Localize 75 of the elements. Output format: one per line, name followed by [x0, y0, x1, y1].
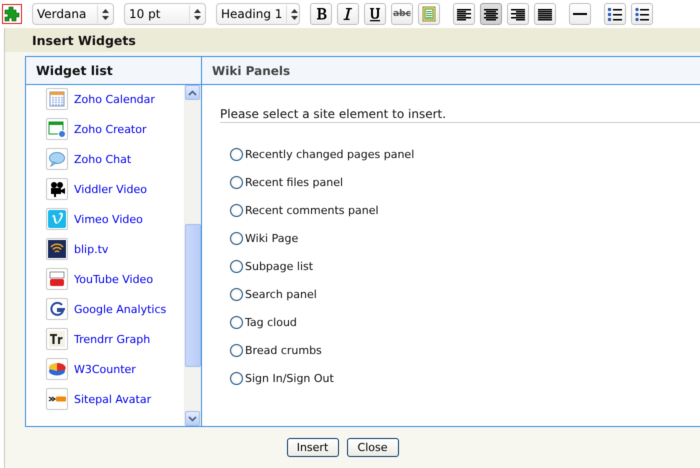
v-logo-icon	[47, 209, 67, 229]
tr-logo-icon	[47, 329, 67, 349]
justify-icon	[537, 6, 553, 22]
scroll-thumb[interactable]	[185, 224, 201, 367]
close-button[interactable]: Close	[346, 438, 398, 457]
signal-waves-icon	[47, 239, 67, 259]
calendar-icon	[47, 89, 67, 109]
heading-select[interactable]: Heading 1	[216, 3, 300, 25]
align-left-button[interactable]	[453, 3, 475, 25]
option-label[interactable]: Bread crumbs	[245, 344, 322, 356]
widget-list-item[interactable]: W3Counter	[46, 357, 184, 381]
strikethrough-button[interactable]: abc	[391, 3, 413, 25]
scroll-up-button[interactable]	[185, 85, 200, 100]
radio-button[interactable]	[230, 148, 243, 160]
italic-button[interactable]	[337, 3, 359, 25]
bullet-list-button[interactable]	[631, 3, 653, 25]
widget-list-item[interactable]: Vimeo Video	[46, 207, 184, 231]
option-label[interactable]: Recent comments panel	[245, 204, 379, 216]
widget-list-item[interactable]: Zoho Chat	[46, 147, 184, 171]
widget-button[interactable]	[2, 4, 22, 24]
ordered-list-button[interactable]	[604, 3, 626, 25]
widget-list-item[interactable]: Viddler Video	[46, 177, 184, 201]
option-label[interactable]: Wiki Page	[245, 232, 298, 244]
rule-button[interactable]	[569, 3, 591, 25]
scroll-down-button[interactable]	[185, 411, 200, 426]
up-down-arrow-icon	[194, 8, 201, 20]
align-right-button[interactable]	[507, 3, 529, 25]
puzzle-icon	[4, 6, 20, 22]
scrollbar[interactable]	[184, 85, 201, 426]
widget-list-item[interactable]: Google Analytics	[46, 297, 184, 321]
bold-button[interactable]	[310, 3, 332, 25]
document-icon	[421, 6, 437, 22]
font-size-select[interactable]: 10 pt	[124, 3, 206, 25]
radio-button[interactable]	[230, 288, 243, 300]
window-icon	[47, 119, 67, 139]
panel-heading: Wiki Panels	[202, 57, 700, 85]
radio-button[interactable]	[230, 372, 243, 384]
speech-bubble-icon	[47, 149, 67, 169]
option-label[interactable]: Subpage list	[245, 260, 314, 272]
widget-list-item[interactable]: Zoho Calendar	[46, 87, 184, 111]
dialog-title: Insert Widgets	[5, 28, 700, 52]
bullet-list-icon	[634, 6, 650, 22]
justify-button[interactable]	[534, 3, 556, 25]
panel-heading: Widget list	[26, 57, 201, 85]
option-label[interactable]: Search panel	[245, 288, 317, 300]
underline-icon	[367, 6, 383, 22]
widget-list-item[interactable]: YouTube Video	[46, 267, 184, 291]
horizontal-rule-icon	[573, 13, 587, 15]
font-family-select[interactable]: Verdana	[32, 3, 114, 25]
radio-button[interactable]	[230, 316, 243, 328]
option-label[interactable]: Tag cloud	[245, 316, 297, 328]
widget-list-item[interactable]: Trendrr Graph	[46, 327, 184, 351]
radio-button[interactable]	[230, 232, 243, 244]
align-left-icon	[456, 6, 472, 22]
radio-button[interactable]	[230, 344, 243, 356]
up-down-arrow-icon	[291, 8, 298, 20]
underline-button[interactable]	[364, 3, 386, 25]
radio-button[interactable]	[230, 260, 243, 272]
widget-list-item[interactable]: blip.tv	[46, 237, 184, 261]
radio-button[interactable]	[230, 176, 243, 188]
option-label[interactable]: Recent files panel	[245, 176, 344, 188]
radio-button[interactable]	[230, 204, 243, 216]
paste-button[interactable]	[418, 3, 440, 25]
align-center-button[interactable]	[480, 3, 502, 25]
instruction-text: Please select a site element to insert.	[220, 107, 700, 123]
align-center-icon	[483, 6, 499, 22]
numbered-list-icon	[607, 6, 623, 22]
widget-list-item[interactable]: Zoho Creator	[46, 117, 184, 141]
align-right-icon	[510, 6, 526, 22]
option-label[interactable]: Recently changed pages panel	[245, 148, 414, 160]
option-label[interactable]: Sign In/Sign Out	[245, 372, 334, 384]
widget-list-item[interactable]: Sitepal Avatar	[46, 387, 184, 411]
insert-button[interactable]: Insert	[286, 438, 338, 457]
up-down-arrow-icon	[102, 8, 109, 20]
arrow-tag-icon	[48, 396, 66, 402]
